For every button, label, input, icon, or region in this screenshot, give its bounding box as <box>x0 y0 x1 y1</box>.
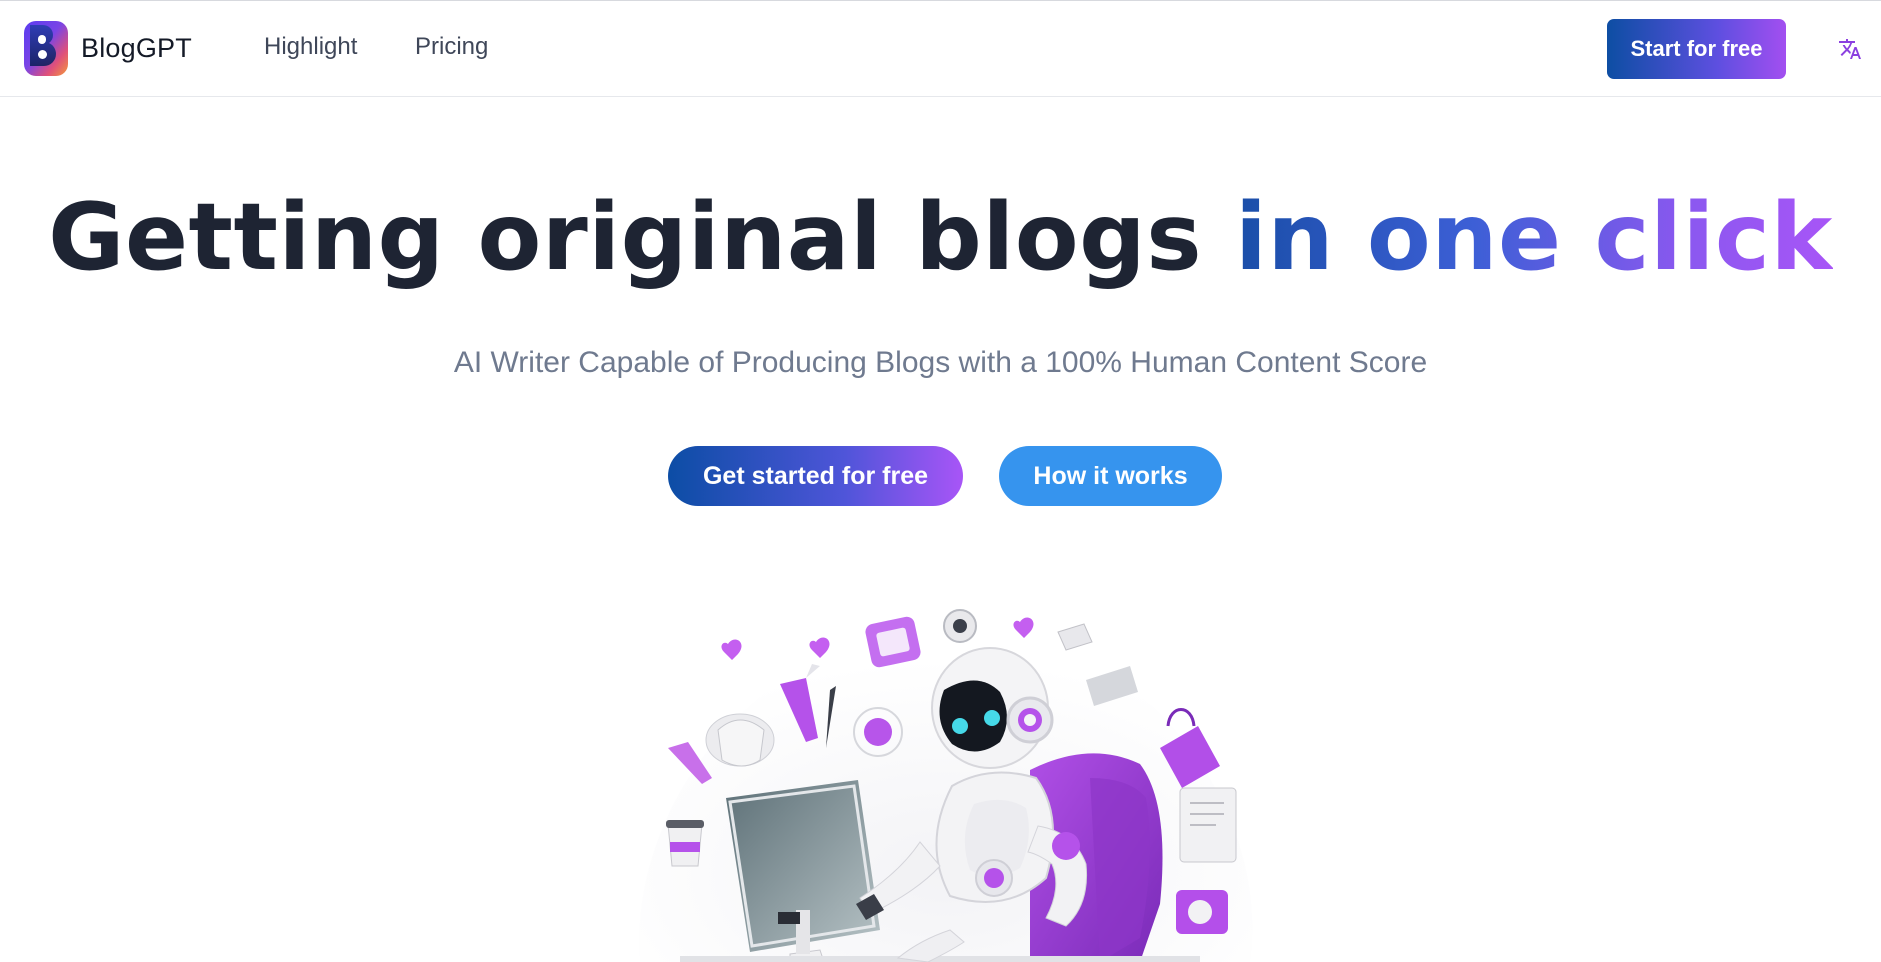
get-started-button[interactable]: Get started for free <box>668 446 963 506</box>
robot-writing-blog-illustration <box>639 606 1253 962</box>
hero-title-accent: in one click <box>1234 183 1833 291</box>
hero-subtitle: AI Writer Capable of Producing Blogs wit… <box>453 346 1428 379</box>
bloggpt-logo-icon <box>24 21 68 76</box>
top-navbar: BlogGPT Highlight Pricing Start for free <box>0 0 1881 97</box>
brand-name: BlogGPT <box>81 33 192 63</box>
language-switch-button[interactable] <box>1836 35 1864 63</box>
nav-link-pricing[interactable]: Pricing <box>415 33 488 61</box>
how-it-works-button[interactable]: How it works <box>999 446 1222 506</box>
hero-title: Getting original blogs in one click <box>0 183 1881 291</box>
start-for-free-button[interactable]: Start for free <box>1607 19 1786 79</box>
brand-logo-link[interactable]: BlogGPT <box>24 21 192 76</box>
hero-title-plain: Getting original blogs <box>48 183 1235 291</box>
nav-link-highlight[interactable]: Highlight <box>264 33 357 61</box>
translate-icon <box>1839 39 1861 59</box>
